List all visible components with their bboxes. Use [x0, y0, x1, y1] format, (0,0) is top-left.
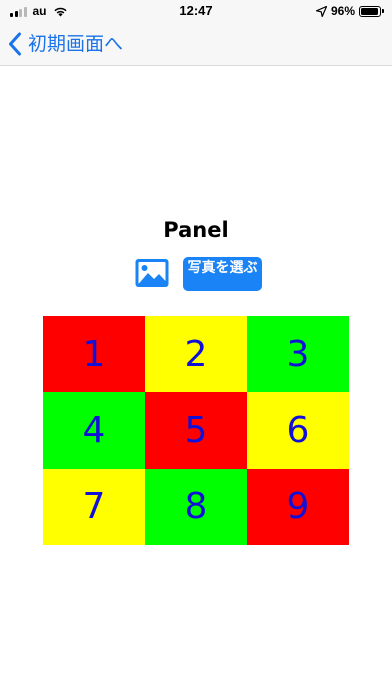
panel-tile-9[interactable]: 9: [247, 468, 349, 545]
battery-tip: [382, 9, 384, 13]
photo-icon[interactable]: [134, 257, 170, 289]
back-button[interactable]: 初期画面へ: [8, 29, 123, 59]
status-right: 96%: [315, 4, 384, 18]
navigation-bar: 初期画面へ: [0, 22, 392, 66]
back-button-label: 初期画面へ: [28, 33, 124, 55]
panel-tile-1[interactable]: 1: [43, 316, 145, 393]
battery-fill: [361, 7, 379, 15]
battery-icon: [359, 5, 381, 17]
panel-tile-3[interactable]: 3: [247, 316, 349, 393]
panel-tile-5[interactable]: 5: [145, 392, 247, 469]
panel-tile-7[interactable]: 7: [43, 468, 145, 545]
status-bar: au 12:47 96%: [0, 0, 392, 22]
battery-percent: 96%: [330, 4, 355, 18]
panel-tile-8[interactable]: 8: [145, 468, 247, 545]
panel-tile-4[interactable]: 4: [43, 392, 145, 469]
panel-tile-2[interactable]: 2: [145, 316, 247, 393]
location-arrow-icon: [315, 5, 327, 17]
panel-grid: 123 456 789: [43, 316, 349, 545]
chevron-left-icon: [9, 32, 21, 56]
choose-photo-button[interactable]: 写真を選ぶ: [183, 257, 262, 291]
panel-title: Panel: [163, 218, 229, 242]
panel-tile-6[interactable]: 6: [247, 392, 349, 469]
